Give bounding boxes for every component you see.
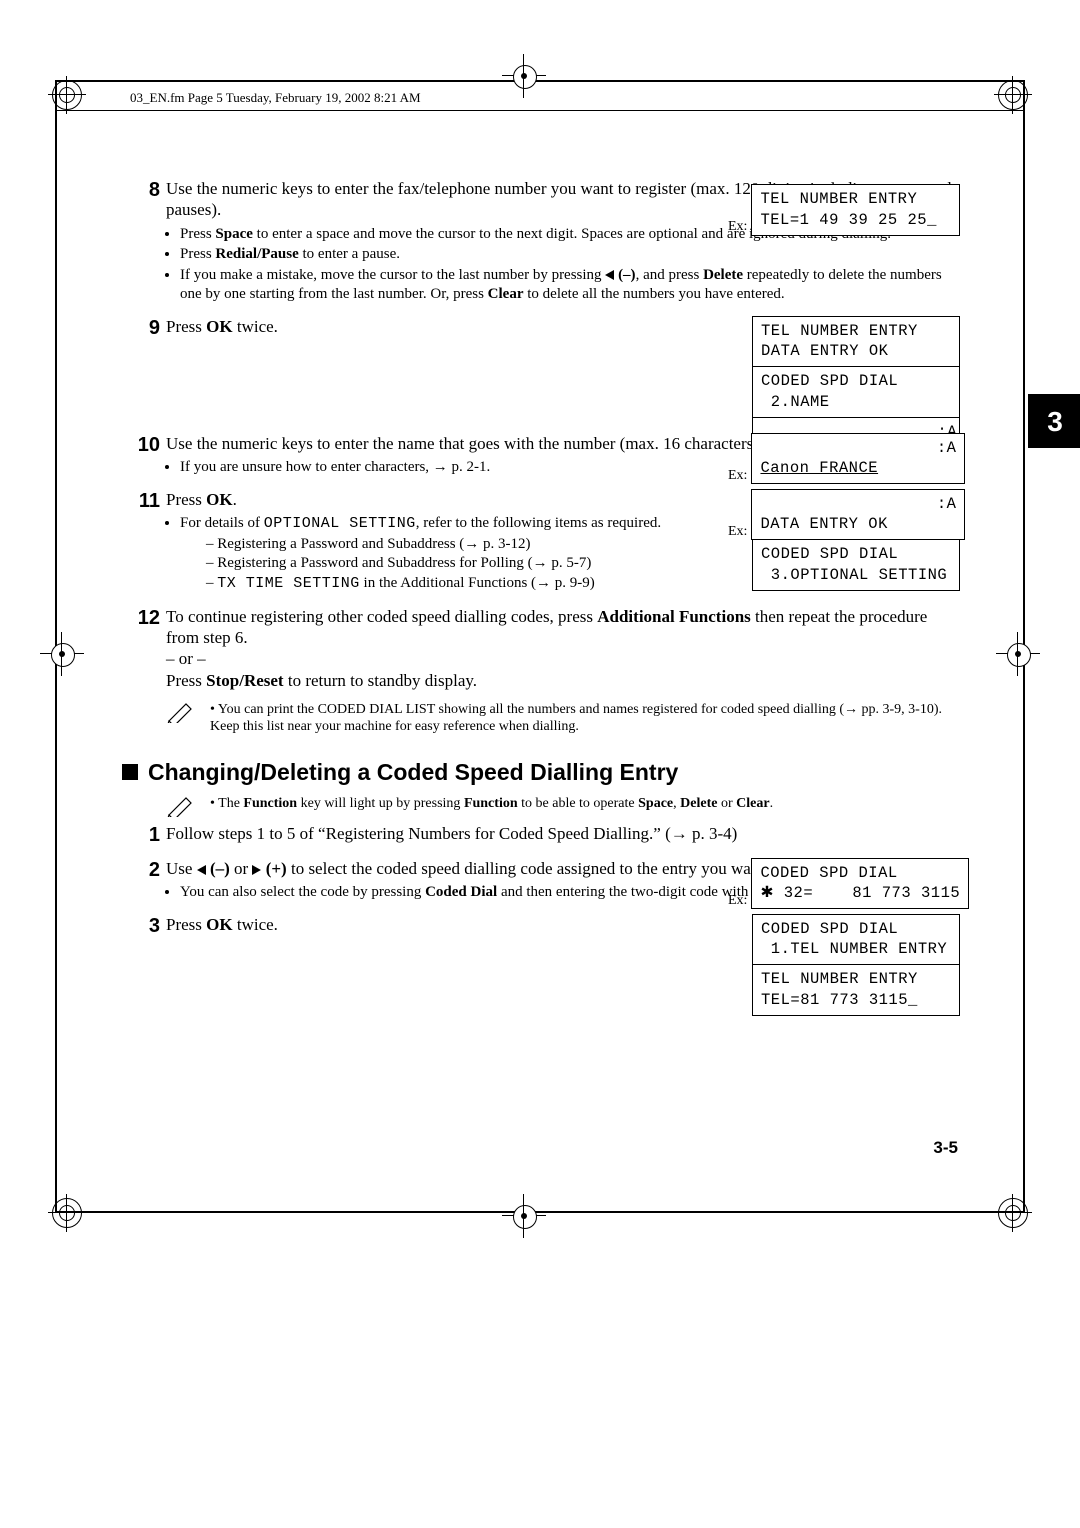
- step-text: Press: [166, 317, 206, 336]
- lcd-screen: CODED SPD DIAL 3.OPTIONAL SETTING: [752, 540, 960, 591]
- running-header: 03_EN.fm Page 5 Tuesday, February 19, 20…: [130, 90, 421, 106]
- step-number: 9: [122, 316, 166, 341]
- step-number: 12: [122, 606, 166, 691]
- step-number: 1: [122, 823, 166, 848]
- note-text: • You can print the CODED DIAL LIST show…: [210, 701, 960, 736]
- step-number: 10: [122, 433, 166, 479]
- example-label: Ex:: [728, 523, 747, 541]
- lcd-screen: :A Canon FRANCE: [751, 433, 965, 485]
- step-number: 8: [122, 178, 166, 306]
- page-number: 3-5: [933, 1137, 958, 1158]
- step-number: 11: [122, 489, 166, 596]
- step-text: Press: [166, 490, 206, 509]
- example-label: Ex:: [728, 467, 747, 485]
- lcd-screen: CODED SPD DIAL 1.TEL NUMBER ENTRY: [752, 914, 960, 966]
- bullet-item: Press Redial/Pause to enter a pause.: [180, 245, 960, 264]
- step-text: – or –: [166, 648, 960, 669]
- lcd-screen: TEL NUMBER ENTRY TEL=1 49 39 25 25_: [751, 184, 960, 236]
- chapter-tab: 3: [1028, 394, 1080, 448]
- note-icon: [166, 701, 194, 723]
- note-icon: [166, 795, 194, 817]
- lcd-screen: TEL NUMBER ENTRY DATA ENTRY OK: [752, 316, 960, 368]
- step-text: Follow steps 1 to 5 of “Registering Numb…: [166, 823, 960, 848]
- step-number: 2: [122, 858, 166, 904]
- left-arrow-icon: [197, 865, 206, 875]
- step-text: To continue registering other coded spee…: [166, 607, 597, 626]
- bullet-item: If you make a mistake, move the cursor t…: [180, 266, 960, 304]
- left-arrow-icon: [605, 270, 614, 280]
- lcd-screen: :A DATA ENTRY OK: [751, 489, 965, 541]
- lcd-screen: CODED SPD DIAL ✱ 32= 81 773 3115: [751, 858, 969, 910]
- section-heading: Changing/Deleting a Coded Speed Dialling…: [122, 758, 960, 787]
- step-text: Press OK twice.: [166, 915, 278, 934]
- example-label: Ex:: [728, 218, 747, 236]
- step-text: Press Stop/Reset to return to standby di…: [166, 670, 960, 691]
- example-label: Ex:: [728, 892, 747, 910]
- lcd-screen: CODED SPD DIAL 2.NAME: [752, 367, 960, 418]
- note-text: • The Function key will light up by pres…: [210, 795, 773, 817]
- square-bullet-icon: [122, 764, 138, 780]
- lcd-screen: TEL NUMBER ENTRY TEL=81 773 3115_: [752, 965, 960, 1016]
- step-number: 3: [122, 914, 166, 939]
